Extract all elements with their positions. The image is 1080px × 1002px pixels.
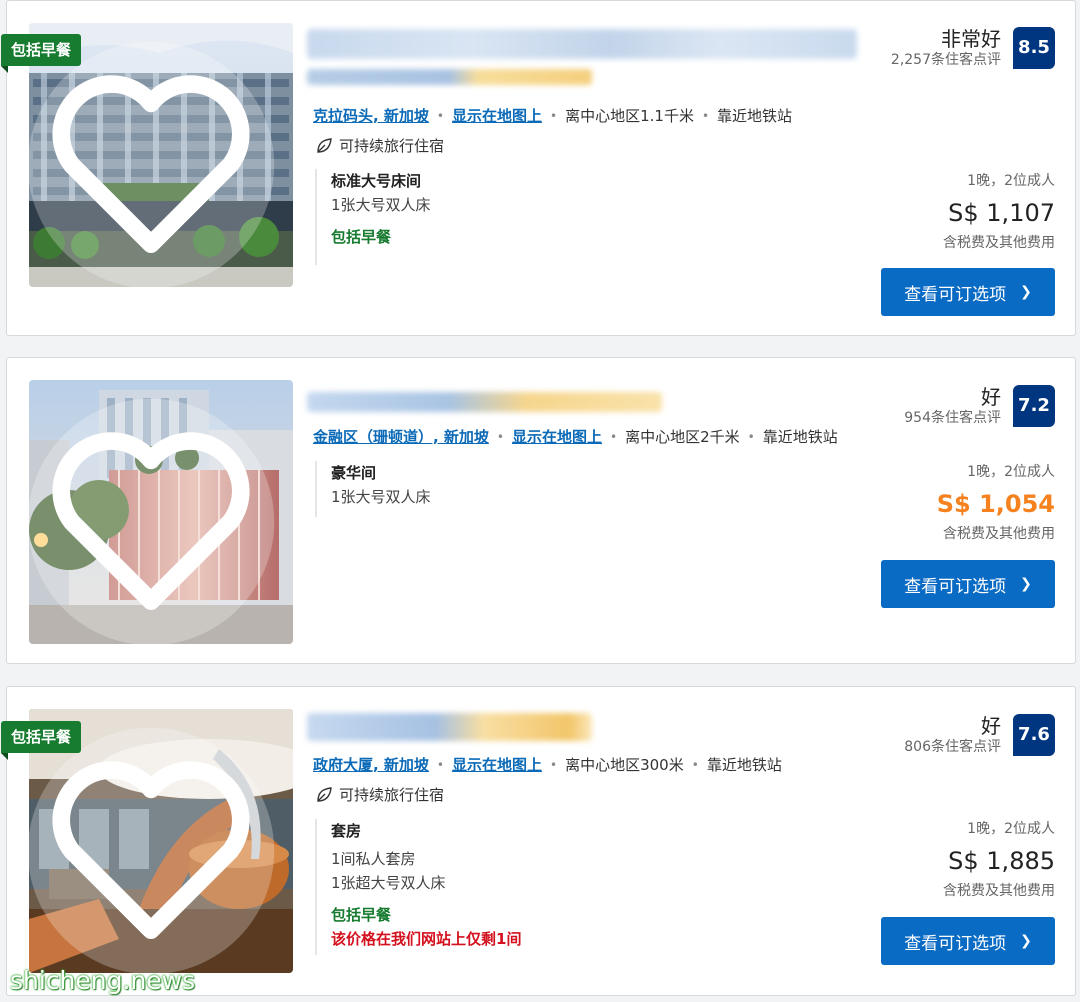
show-on-map-link[interactable]: 显示在地图上 xyxy=(512,426,602,447)
heart-outline-icon[interactable] xyxy=(29,33,283,287)
separator-dot: • xyxy=(701,108,710,123)
rating-block[interactable]: 非常好 2,257条住客点评 8.5 xyxy=(891,27,1055,69)
price: S$ 1,885 xyxy=(948,847,1055,875)
room-name: 套房 xyxy=(331,822,362,840)
tax-note: 含税费及其他费用 xyxy=(943,526,1055,542)
rating-word: 非常好 xyxy=(941,27,1001,51)
distance-text: 离中心地区1.1千米 xyxy=(565,107,694,125)
price: S$ 1,054 xyxy=(936,490,1055,518)
review-count: 806条住客点评 xyxy=(904,739,1001,755)
separator-dot: • xyxy=(436,108,444,123)
location-link[interactable]: 克拉码头, 新加坡 xyxy=(313,105,429,126)
tax-note: 含税费及其他费用 xyxy=(943,235,1055,251)
hotel-photo[interactable] xyxy=(29,380,293,644)
sustainable-tag: 可持续旅行住宿 xyxy=(315,135,444,156)
nights-guests: 1晚，2位成人 xyxy=(967,173,1055,189)
separator-dot: • xyxy=(550,108,558,123)
separator-dot: • xyxy=(747,429,755,444)
price-block: 1晚，2位成人 S$ 1,054 含税费及其他费用 xyxy=(937,462,1055,544)
location-line: 金融区（珊顿道）, 新加坡 • 显示在地图上 • 离中心地区2千米 • 靠近地铁… xyxy=(313,426,838,447)
separator-dot: • xyxy=(436,757,444,772)
metro-text: 靠近地铁站 xyxy=(706,756,782,774)
price: S$ 1,107 xyxy=(948,199,1055,227)
sustainable-tag: 可持续旅行住宿 xyxy=(315,784,444,805)
breakfast-badge: 包括早餐 xyxy=(1,34,82,73)
rating-word: 好 xyxy=(981,385,1001,409)
room-name: 豪华间 xyxy=(331,464,377,482)
chevron-right-icon: ❯ xyxy=(1020,284,1032,300)
room-info: 标准大号床间 1张大号双人床 包括早餐 xyxy=(315,169,431,265)
show-on-map-link[interactable]: 显示在地图上 xyxy=(452,754,542,775)
hotel-card: 包括早餐 政府大厦, 新加坡 • 显示在地图上 • 离中心地区300米 • 靠近… xyxy=(1,686,1076,996)
breakfast-badge: 包括早餐 xyxy=(1,721,82,760)
review-score: 7.2 xyxy=(1013,385,1055,427)
location-line: 克拉码头, 新加坡 • 显示在地图上 • 离中心地区1.1千米 • 靠近地铁站 xyxy=(313,105,792,126)
site-watermark: shicheng.news xyxy=(10,966,196,995)
distance-text: 离中心地区2千米 xyxy=(625,428,740,446)
hotel-card: 包括早餐 克拉码头, 新加坡 • 显示在地图上 • 离中心地区1.1千米 • 靠… xyxy=(1,0,1076,336)
unit-info: 1间私人套房 xyxy=(331,850,416,868)
sustainable-label: 可持续旅行住宿 xyxy=(339,786,445,804)
button-label: 查看可订选项 xyxy=(904,933,1007,954)
tax-note: 含税费及其他费用 xyxy=(943,883,1055,899)
rating-word: 好 xyxy=(981,714,1001,738)
chevron-right-icon: ❯ xyxy=(1020,933,1032,949)
review-score: 7.6 xyxy=(1013,714,1055,756)
sustainable-label: 可持续旅行住宿 xyxy=(339,137,445,155)
rating-block[interactable]: 好 806条住客点评 7.6 xyxy=(904,714,1055,756)
hotel-card: 金融区（珊顿道）, 新加坡 • 显示在地图上 • 离中心地区2千米 • 靠近地铁… xyxy=(6,357,1076,664)
scarcity-notice: 该价格在我们网站上仅剩1间 xyxy=(331,930,522,948)
location-link[interactable]: 政府大厦, 新加坡 xyxy=(313,754,429,775)
separator-dot: • xyxy=(496,429,504,444)
see-availability-button[interactable]: 查看可订选项 ❯ xyxy=(881,560,1055,608)
room-info: 套房 1间私人套房 1张超大号双人床 包括早餐 该价格在我们网站上仅剩1间 xyxy=(315,819,521,955)
bed-info: 1张超大号双人床 xyxy=(331,874,446,892)
metro-text: 靠近地铁站 xyxy=(717,107,793,125)
metro-text: 靠近地铁站 xyxy=(762,428,838,446)
nights-guests: 1晚，2位成人 xyxy=(967,464,1055,480)
see-availability-button[interactable]: 查看可订选项 ❯ xyxy=(881,268,1055,316)
location-line: 政府大厦, 新加坡 • 显示在地图上 • 离中心地区300米 • 靠近地铁站 xyxy=(313,754,782,775)
room-name: 标准大号床间 xyxy=(331,172,422,190)
heart-outline-icon[interactable] xyxy=(29,719,283,973)
location-link[interactable]: 金融区（珊顿道）, 新加坡 xyxy=(313,426,489,447)
separator-dot: • xyxy=(550,757,558,772)
separator-dot: • xyxy=(691,757,699,772)
see-availability-button[interactable]: 查看可订选项 ❯ xyxy=(881,917,1055,965)
nights-guests: 1晚，2位成人 xyxy=(967,821,1055,837)
button-label: 查看可订选项 xyxy=(904,284,1007,305)
price-block: 1晚，2位成人 S$ 1,885 含税费及其他费用 xyxy=(943,819,1055,901)
breakfast-included: 包括早餐 xyxy=(331,906,392,924)
distance-text: 离中心地区300米 xyxy=(565,756,684,774)
price-block: 1晚，2位成人 S$ 1,107 含税费及其他费用 xyxy=(943,171,1055,253)
leaf-icon xyxy=(317,137,332,153)
bed-info: 1张大号双人床 xyxy=(331,196,431,214)
button-label: 查看可订选项 xyxy=(904,576,1007,597)
chevron-right-icon: ❯ xyxy=(1020,576,1032,592)
review-score: 8.5 xyxy=(1013,27,1055,69)
bed-info: 1张大号双人床 xyxy=(331,488,431,506)
room-info: 豪华间 1张大号双人床 xyxy=(315,461,431,517)
hotel-name-redacted xyxy=(307,25,867,85)
rating-block[interactable]: 好 954条住客点评 7.2 xyxy=(904,385,1055,427)
review-count: 954条住客点评 xyxy=(904,410,1001,426)
separator-dot: • xyxy=(610,429,618,444)
breakfast-included: 包括早餐 xyxy=(331,228,392,246)
heart-outline-icon[interactable] xyxy=(29,390,283,644)
show-on-map-link[interactable]: 显示在地图上 xyxy=(452,105,542,126)
leaf-icon xyxy=(317,786,332,802)
review-count: 2,257条住客点评 xyxy=(890,52,1001,68)
